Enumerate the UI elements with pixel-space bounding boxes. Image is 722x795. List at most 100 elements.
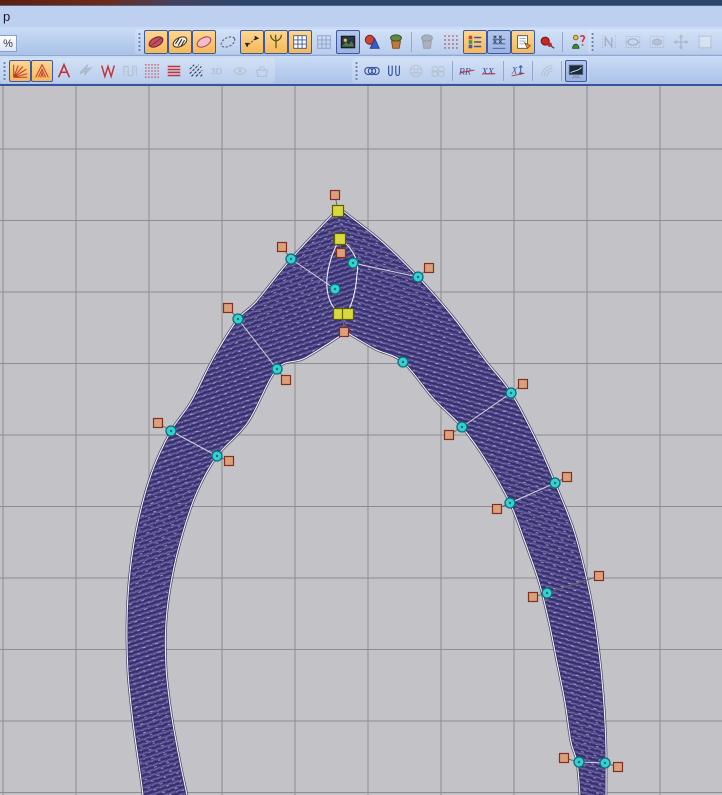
dot-grid-icon [444,34,458,49]
svg-text:X: X [511,65,518,75]
button-flower-pot-alt-tool [415,30,439,54]
move-cross-icon [673,34,689,49]
button-color-film-list[interactable] [463,29,487,54]
control-node-center-dot [509,391,513,395]
hoop-h-icon [625,35,641,48]
button-contour-fill-tool[interactable] [31,59,53,82]
menu-bar[interactable]: p [0,6,722,27]
toolbar-drag-handle-icon[interactable] [590,31,595,52]
three-d-icon: 3D [211,66,223,76]
toolbar-group: RR XX X [352,58,589,83]
control-node-center-dot [577,760,581,764]
button-complex-fill-tool[interactable] [144,29,168,54]
control-node-yellow[interactable] [341,307,355,321]
control-handle-orange[interactable] [152,417,164,429]
ring-mesh-icon [409,64,423,77]
embroidery-band-right[interactable] [338,206,608,795]
lightning-icon [80,63,93,76]
control-node-yellow[interactable] [333,232,347,246]
toolbar-drag-handle-icon[interactable] [137,31,142,52]
button-grid-toggle[interactable] [288,29,312,54]
monogram-xx-icon: XX [481,66,496,77]
menu-item-tail[interactable]: p [3,9,10,24]
button-screen-preview[interactable] [565,59,587,82]
button-outline-shape-tool[interactable] [192,29,216,54]
control-handle-orange[interactable] [558,752,570,764]
button-letter-resize[interactable]: X [507,60,529,82]
button-branching-tool[interactable] [264,29,288,54]
button-background-image-toggle[interactable] [336,29,360,54]
button-zigzag-stitch[interactable] [97,60,119,82]
button-object-properties[interactable] [511,29,535,54]
toolbar-drag-handle-icon[interactable] [2,60,7,81]
control-handle-orange[interactable] [517,378,529,390]
button-monogram-style-1[interactable]: RR [456,60,478,82]
button-dashed-outline-tool[interactable] [216,30,240,54]
loops-icon [388,65,400,76]
button-flower-pot-tool[interactable] [384,30,408,54]
control-handle-orange[interactable] [593,570,605,582]
arc-layers-icon [541,64,553,76]
control-handle-orange[interactable] [443,429,455,441]
control-handle-orange[interactable] [491,503,503,515]
button-dot-grid-tool[interactable] [439,30,463,54]
button-reshape-tool[interactable] [240,29,264,54]
button-fancy-fill[interactable] [185,60,207,82]
control-node-center-dot [508,501,512,505]
control-node-yellow[interactable] [331,204,345,218]
button-lettering-tool[interactable] [53,60,75,82]
control-node-center-dot [289,257,293,261]
shapes-icon [364,34,380,49]
hoop-n-icon [602,34,616,49]
toolbar-group: 3D [0,58,275,83]
letter-a-icon [57,62,71,78]
button-satin-fill[interactable] [163,60,185,82]
control-handle-orange[interactable] [335,247,347,259]
button-motif-fill[interactable] [141,60,163,82]
control-handle-orange[interactable] [338,326,350,338]
toolbar-row-2: 3D RR XX X [0,56,722,86]
button-pin-tool[interactable] [535,30,559,54]
control-handle-orange[interactable] [561,471,573,483]
button-stitch-list[interactable] [487,29,511,54]
doc-props-icon [517,34,531,49]
control-handle-orange[interactable] [276,241,288,253]
button-sequin-tool[interactable] [361,60,383,82]
pin-icon [540,36,555,49]
control-node-center-dot [416,275,420,279]
control-handle-orange[interactable] [612,761,624,773]
control-handle-orange[interactable] [329,189,341,201]
petal-fill-icon [148,35,164,48]
button-center-design [669,30,693,54]
control-handle-orange[interactable] [222,302,234,314]
control-node-center-dot [275,367,279,371]
control-handle-orange[interactable] [223,455,235,467]
toolbar-group [588,29,722,54]
control-handle-orange[interactable] [423,262,435,274]
control-handle-orange[interactable] [527,591,539,603]
button-quick-digitize [75,60,97,82]
design-canvas[interactable] [0,86,722,795]
canvas-svg[interactable] [0,86,722,795]
button-loop-stitch[interactable] [383,60,405,82]
control-handle-orange[interactable] [280,374,292,386]
embroidery-band-left[interactable] [125,207,347,795]
button-hoop-layout-h [621,30,645,54]
petal-hatch-icon [172,35,188,48]
svg-text:3D: 3D [211,66,223,76]
control-node-center-dot [169,429,173,433]
zoom-percent-field[interactable]: % [0,35,17,52]
button-monogram-style-2[interactable]: XX [478,60,500,82]
toolbar-separator [449,60,456,82]
toolbar-drag-handle-icon[interactable] [354,60,359,81]
button-overlap-shapes-tool[interactable] [360,30,384,54]
reshape-icon [244,35,260,47]
petal-dashed-icon [220,35,236,48]
button-context-help[interactable] [566,30,590,54]
button-radial-fill-tool[interactable] [9,59,31,82]
button-grid-secondary[interactable] [312,30,336,54]
button-fill-hatch-tool[interactable] [168,29,192,54]
button-design-network[interactable] [717,30,722,54]
chain-rings-icon [431,65,445,77]
letter-resize-icon: X [511,64,525,76]
